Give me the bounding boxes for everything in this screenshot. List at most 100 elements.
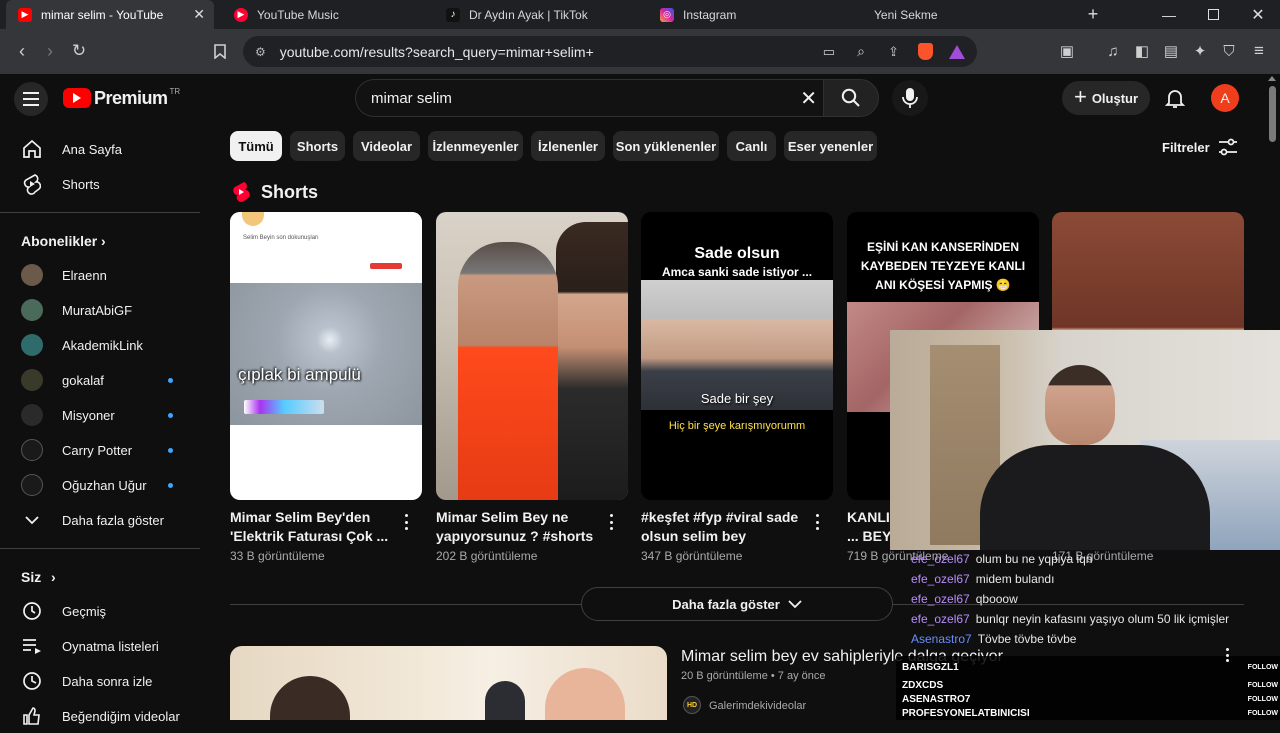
new-content-dot xyxy=(168,412,173,418)
browser-menu-icon[interactable]: ≡ xyxy=(1248,40,1270,62)
leo-ai-icon[interactable]: ✦ xyxy=(1189,40,1211,62)
sub-name: MuratAbiGF xyxy=(62,302,133,318)
tab-youtube-music[interactable]: ▶ YouTube Music xyxy=(222,0,432,29)
cast-icon[interactable]: ▭ xyxy=(823,44,835,60)
back-icon[interactable]: ‹ xyxy=(11,40,33,62)
tab-youtube[interactable]: ▶ mimar selim - YouTube ✕ xyxy=(6,0,214,29)
follower-name: ZDXCDS xyxy=(902,680,944,691)
sidebar-sub-carry-potter[interactable]: Carry Potter xyxy=(0,433,200,467)
sidebar-sub-elraenn[interactable]: Elraenn xyxy=(0,258,200,292)
sidebar-sub-gokalaf[interactable]: gokalaf xyxy=(0,363,200,397)
page-scrollbar[interactable] xyxy=(1269,86,1276,142)
tab-tiktok[interactable]: ♪ Dr Aydın Ayak | TikTok xyxy=(438,0,648,29)
chip-all[interactable]: Tümü xyxy=(230,131,282,161)
video-more-actions-icon[interactable] xyxy=(1221,646,1233,664)
chip-unwatched[interactable]: İzlenmeyenler xyxy=(428,131,523,161)
maximize-icon[interactable] xyxy=(1191,0,1235,29)
sidebar-sub-oguzhan-ugur[interactable]: Oğuzhan Uğur xyxy=(0,468,200,502)
brave-rewards-icon[interactable] xyxy=(949,44,965,59)
search-button[interactable] xyxy=(823,79,879,117)
short-title[interactable]: KANLI ... BEY NE... xyxy=(847,508,892,546)
chat-username: Asenastro7 xyxy=(911,632,972,646)
chat-message: Asenastro7 Tövbe tövbe tövbe xyxy=(911,632,1076,646)
close-window-icon[interactable]: ✕ xyxy=(1236,0,1280,29)
subscriptions-heading[interactable]: Abonelikler › xyxy=(0,224,200,258)
show-more-button[interactable]: Daha fazla göster xyxy=(581,587,893,621)
you-heading[interactable]: Siz › xyxy=(0,560,200,594)
chip-recently-uploaded[interactable]: Son yüklenenler xyxy=(613,131,719,161)
sidebar-item-liked[interactable]: Beğendiğim videolar xyxy=(0,699,200,733)
tab-label: Instagram xyxy=(683,7,737,22)
short-views: 347 B görüntüleme xyxy=(641,549,743,563)
avatar xyxy=(21,404,43,426)
short-title[interactable]: Mimar Selim Bey'den 'Elektrik Faturası Ç… xyxy=(230,508,390,546)
reload-icon[interactable]: ↻ xyxy=(68,40,90,62)
channel-name[interactable]: Galerimdekivideolar xyxy=(709,700,806,712)
url-text[interactable]: youtube.com/results?search_query=mimar+s… xyxy=(280,44,594,60)
sidebar-item-home[interactable]: Ana Sayfa xyxy=(0,132,200,166)
chat-text: midem bulandı xyxy=(975,572,1055,586)
chevron-down-icon xyxy=(788,599,802,608)
sidebar-sub-misyoner[interactable]: Misyoner xyxy=(0,398,200,432)
short-title[interactable]: #keşfet #fyp #viral sade olsun selim bey xyxy=(641,508,801,546)
sub-name: AkademikLink xyxy=(62,337,143,353)
sidebar-item-watch-later[interactable]: Daha sonra izle xyxy=(0,664,200,698)
sidebar-item-label: Ana Sayfa xyxy=(62,141,122,157)
chip-shorts[interactable]: Shorts xyxy=(290,131,345,161)
more-actions-icon[interactable] xyxy=(811,512,823,532)
more-actions-icon[interactable] xyxy=(605,512,617,532)
share-icon[interactable]: ⇪ xyxy=(888,44,899,60)
vpn-shield-icon[interactable]: ⛉ xyxy=(1218,40,1240,62)
channel-avatar[interactable]: HD xyxy=(683,696,701,714)
chip-live[interactable]: Canlı xyxy=(727,131,776,161)
search-input[interactable]: mimar selim xyxy=(371,90,452,107)
voice-search-button[interactable] xyxy=(892,80,928,116)
clear-search-icon[interactable]: ✕ xyxy=(800,86,817,111)
sidebar-show-more[interactable]: Daha fazla göster xyxy=(0,503,200,537)
sidebar-toggle-icon[interactable]: ◧ xyxy=(1131,40,1153,62)
scroll-up-icon[interactable] xyxy=(1268,76,1276,81)
chip-watched[interactable]: İzlenenler xyxy=(531,131,605,161)
more-actions-icon[interactable] xyxy=(400,512,412,532)
notifications-icon[interactable] xyxy=(1163,86,1187,110)
follow-row: ASENASTRO7 FOLLOW xyxy=(902,694,1278,705)
filters-button[interactable]: Filtreler xyxy=(1162,135,1238,159)
sidebar-item-playlists[interactable]: Oynatma listeleri xyxy=(0,629,200,663)
minimize-icon[interactable]: — xyxy=(1147,0,1191,29)
site-settings-icon[interactable]: ⚙ xyxy=(255,45,266,59)
short-title[interactable]: Mimar Selim Bey ne yapıyorsunuz ? #short… xyxy=(436,508,596,546)
short-thumbnail[interactable] xyxy=(436,212,628,500)
youtube-logo[interactable]: Premium TR xyxy=(63,87,180,109)
avatar xyxy=(242,212,264,226)
video-thumbnail[interactable] xyxy=(230,646,667,720)
short-thumbnail[interactable]: Selim Beyin son dokunuşları çıplak bi am… xyxy=(230,212,422,500)
close-tab-icon[interactable]: ✕ xyxy=(193,6,205,23)
create-button[interactable]: + Oluştur xyxy=(1062,81,1150,115)
shorts-heading-text: Shorts xyxy=(261,181,319,202)
address-bar[interactable]: ⚙ youtube.com/results?search_query=mimar… xyxy=(243,36,977,67)
tab-new[interactable]: Yeni Sekme xyxy=(866,0,1066,29)
short-thumbnail[interactable]: Sade olsun Amca sanki sade istiyor ... S… xyxy=(641,212,833,500)
avatar xyxy=(21,264,43,286)
sidebar-item-shorts[interactable]: Shorts xyxy=(0,167,200,201)
chip-eser-yenenler[interactable]: Eser yenenler xyxy=(784,131,877,161)
account-avatar[interactable]: A xyxy=(1211,84,1239,112)
chat-message: efe_ozel67 qbooow xyxy=(911,592,1018,606)
tab-instagram[interactable]: ◎ Instagram xyxy=(652,0,852,29)
wallet-icon[interactable]: ▤ xyxy=(1160,40,1182,62)
forward-icon[interactable]: › xyxy=(39,40,61,62)
music-icon[interactable]: ♫ xyxy=(1102,40,1124,62)
subscribe-badge xyxy=(370,263,402,269)
brave-shield-icon[interactable] xyxy=(918,43,933,60)
guide-menu-icon[interactable] xyxy=(14,82,48,116)
new-tab-icon[interactable]: + xyxy=(1071,0,1115,29)
chip-videos[interactable]: Videolar xyxy=(353,131,420,161)
bookmark-icon[interactable] xyxy=(209,40,231,62)
search-box[interactable]: mimar selim ✕ xyxy=(355,79,823,117)
sidebar-sub-akademiklink[interactable]: AkademikLink xyxy=(0,328,200,362)
zoom-icon[interactable]: ⌕ xyxy=(857,43,865,60)
screenshot-icon[interactable]: ▣ xyxy=(1056,40,1078,62)
sidebar-sub-muratabigf[interactable]: MuratAbiGF xyxy=(0,293,200,327)
sidebar-item-history[interactable]: Geçmiş xyxy=(0,594,200,628)
thumb-top-panel: Selim Beyin son dokunuşları xyxy=(230,212,422,283)
